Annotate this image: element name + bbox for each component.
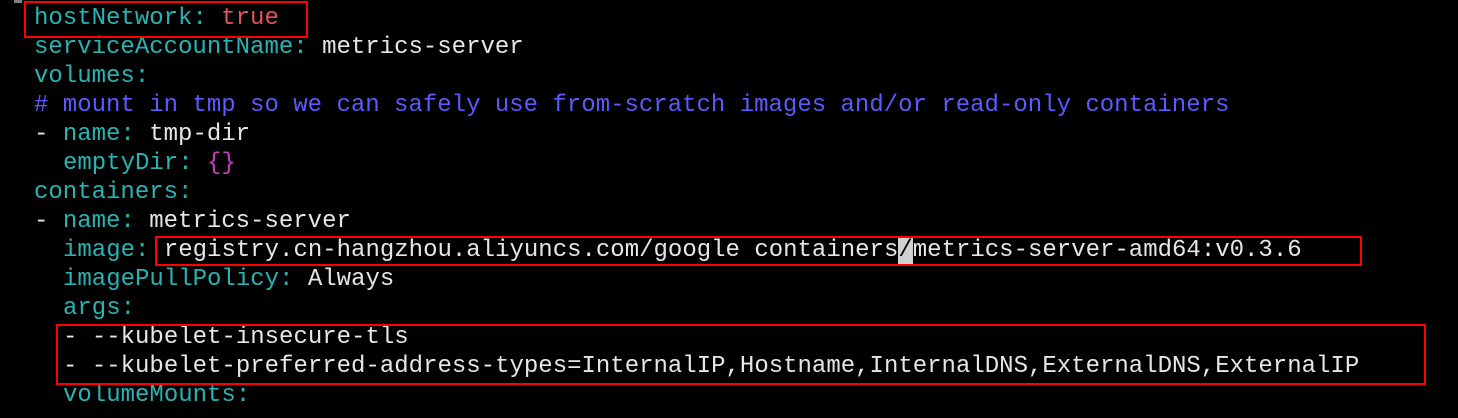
yaml-key: serviceAccountName: [34, 34, 294, 61]
yaml-line-volumes: volumes:: [34, 62, 149, 91]
terminal-window[interactable]: hostNetwork: true serviceAccountName: me…: [0, 0, 1458, 418]
yaml-value: metrics-server: [322, 34, 524, 61]
yaml-separator: :: [178, 179, 193, 206]
yaml-separator: :: [235, 382, 251, 409]
highlight-box-host-network: [24, 1, 308, 38]
yaml-key: imagePullPolicy: [63, 266, 280, 293]
yaml-separator: :: [293, 34, 323, 61]
yaml-value: metrics-server: [149, 208, 351, 235]
yaml-key: image: [63, 237, 136, 264]
yaml-line-containers: containers:: [34, 178, 192, 207]
yaml-separator: :: [134, 63, 150, 90]
yaml-key: args: [63, 295, 121, 322]
yaml-line-args: args:: [63, 294, 135, 323]
scroll-indicator: [14, 0, 22, 3]
yaml-comment: # mount in tmp so we can safely use from…: [34, 92, 1230, 119]
yaml-separator: :: [120, 208, 150, 235]
yaml-key: name: [62, 208, 121, 235]
yaml-list-dash: -: [34, 208, 63, 235]
yaml-key: name: [62, 121, 121, 148]
yaml-line-empty-dir: emptyDir: {}: [63, 149, 236, 178]
yaml-line-comment: # mount in tmp so we can safely use from…: [34, 91, 1229, 120]
yaml-value-empty-map: {}: [207, 150, 236, 177]
highlight-box-image: [155, 236, 1362, 266]
highlight-box-args: [56, 324, 1426, 385]
yaml-separator: :: [178, 150, 208, 177]
yaml-line-image-pull-policy: imagePullPolicy: Always: [63, 265, 394, 294]
yaml-line-volume-mounts: volumeMounts:: [63, 381, 250, 410]
yaml-line-volume-name: - name: tmp-dir: [34, 120, 250, 149]
yaml-key: emptyDir: [63, 150, 179, 177]
yaml-separator: :: [120, 121, 150, 148]
yaml-list-dash: -: [34, 121, 63, 148]
yaml-key: volumeMounts: [63, 382, 236, 409]
yaml-key: volumes: [34, 63, 135, 90]
yaml-value: tmp-dir: [149, 121, 251, 148]
yaml-separator: :: [120, 295, 136, 322]
yaml-value: Always: [307, 266, 395, 293]
yaml-key: containers: [34, 179, 179, 206]
yaml-separator: :: [279, 266, 308, 293]
yaml-line-container-name: - name: metrics-server: [34, 207, 351, 236]
